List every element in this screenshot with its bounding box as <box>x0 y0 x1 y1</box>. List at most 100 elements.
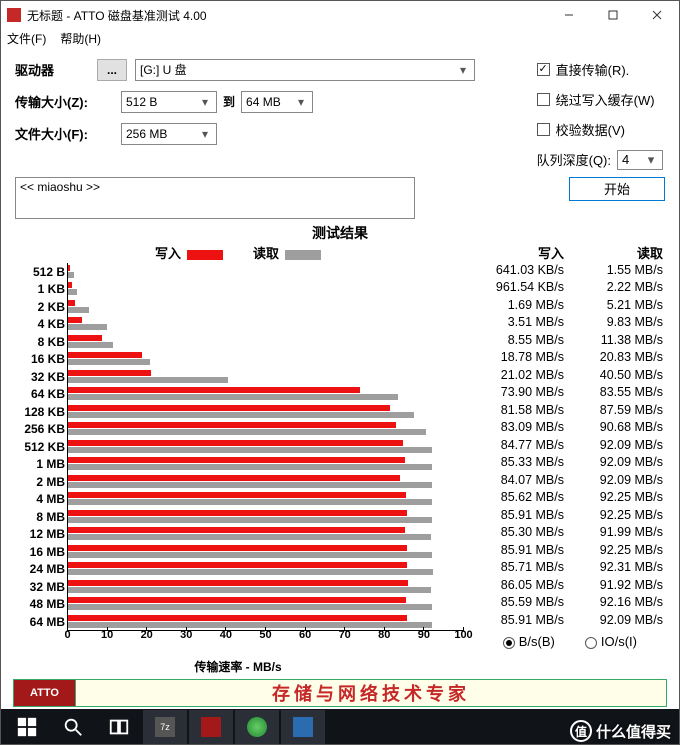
chart-row: 64 KB <box>13 385 463 403</box>
chevron-down-icon: ▾ <box>198 95 212 109</box>
chart-row: 16 KB <box>13 350 463 368</box>
search-button[interactable] <box>51 710 95 744</box>
taskbar-app-1[interactable]: 7z <box>143 710 187 744</box>
data-row: 85.62 MB/s92.25 MB/s <box>469 490 667 508</box>
read-bar <box>68 534 431 540</box>
menu-file[interactable]: 文件(F) <box>7 30 46 47</box>
col-header-read: 读取 <box>568 243 667 263</box>
data-row: 1.69 MB/s5.21 MB/s <box>469 298 667 316</box>
data-row: 73.90 MB/s83.55 MB/s <box>469 385 667 403</box>
read-value: 92.31 MB/s <box>568 560 667 578</box>
drive-select[interactable]: [G:] U 盘 ▾ <box>135 59 475 81</box>
chart-row-label: 16 MB <box>13 545 67 559</box>
write-value: 641.03 KB/s <box>469 263 568 281</box>
taskbar-app-3[interactable] <box>235 710 279 744</box>
write-value: 85.71 MB/s <box>469 560 568 578</box>
write-bar <box>68 615 407 621</box>
read-bar <box>68 447 432 453</box>
read-bar <box>68 272 74 278</box>
read-value: 92.16 MB/s <box>568 595 667 613</box>
col-header-write: 写入 <box>469 243 568 263</box>
write-value: 85.59 MB/s <box>469 595 568 613</box>
read-value: 5.21 MB/s <box>568 298 667 316</box>
data-row: 86.05 MB/s91.92 MB/s <box>469 578 667 596</box>
read-value: 87.59 MB/s <box>568 403 667 421</box>
write-value: 18.78 MB/s <box>469 350 568 368</box>
read-bar <box>68 604 432 610</box>
write-value: 81.58 MB/s <box>469 403 568 421</box>
write-value: 85.91 MB/s <box>469 543 568 561</box>
legend-write-swatch <box>187 250 223 260</box>
read-value: 11.38 MB/s <box>568 333 667 351</box>
write-value: 21.02 MB/s <box>469 368 568 386</box>
chart-row-label: 32 MB <box>13 580 67 594</box>
chart-row-label: 8 MB <box>13 510 67 524</box>
taskbar-app-4[interactable] <box>281 710 325 744</box>
read-bar <box>68 324 107 330</box>
read-value: 92.09 MB/s <box>568 613 667 631</box>
read-bar <box>68 552 432 558</box>
chart-row: 1 MB <box>13 455 463 473</box>
chart-row-label: 64 MB <box>13 615 67 629</box>
watermark: 值 什么值得买 <box>570 720 671 742</box>
atto-banner[interactable]: ATTO 存储与网络技术专家 <box>13 679 667 707</box>
write-value: 1.69 MB/s <box>469 298 568 316</box>
chart-row-label: 128 KB <box>13 405 67 419</box>
minimize-button[interactable] <box>547 1 591 29</box>
chevron-down-icon: ▾ <box>456 63 470 77</box>
read-bar <box>68 377 228 383</box>
chart-row: 512 B <box>13 263 463 281</box>
results-title: 测试结果 <box>1 221 679 243</box>
data-row: 85.91 MB/s92.25 MB/s <box>469 543 667 561</box>
chart-row: 2 KB <box>13 298 463 316</box>
chart-row-label: 2 KB <box>13 300 67 314</box>
write-bar <box>68 370 151 376</box>
data-row: 83.09 MB/s90.68 MB/s <box>469 420 667 438</box>
chart-row: 12 MB <box>13 525 463 543</box>
radio-bs[interactable]: B/s(B) <box>503 634 555 649</box>
write-value: 85.91 MB/s <box>469 508 568 526</box>
menu-help[interactable]: 帮助(H) <box>60 30 101 47</box>
read-bar <box>68 289 77 295</box>
queue-depth-select[interactable]: 4▾ <box>617 150 663 170</box>
legend-read-swatch <box>285 250 321 260</box>
chart-row: 128 KB <box>13 403 463 421</box>
read-value: 92.09 MB/s <box>568 455 667 473</box>
file-size-select[interactable]: 256 MB▾ <box>121 123 217 145</box>
write-value: 73.90 MB/s <box>469 385 568 403</box>
read-bar <box>68 499 432 505</box>
chart-row-label: 1 KB <box>13 282 67 296</box>
write-value: 85.62 MB/s <box>469 490 568 508</box>
transfer-size-to-select[interactable]: 64 MB▾ <box>241 91 313 113</box>
start-button[interactable]: 开始 <box>569 177 665 201</box>
chart-row: 64 MB <box>13 613 463 631</box>
write-value: 83.09 MB/s <box>469 420 568 438</box>
transfer-size-from-select[interactable]: 512 B▾ <box>121 91 217 113</box>
description-textarea[interactable]: << miaoshu >> <box>15 177 415 219</box>
bypass-cache-checkbox[interactable] <box>537 93 550 106</box>
start-menu-button[interactable] <box>5 710 49 744</box>
write-value: 84.77 MB/s <box>469 438 568 456</box>
maximize-button[interactable] <box>591 1 635 29</box>
write-bar <box>68 317 82 323</box>
data-row: 85.59 MB/s92.16 MB/s <box>469 595 667 613</box>
taskbar-app-2[interactable] <box>189 710 233 744</box>
direct-io-checkbox[interactable] <box>537 63 550 76</box>
verify-checkbox[interactable] <box>537 123 550 136</box>
task-view-button[interactable] <box>97 710 141 744</box>
chart-row-label: 12 MB <box>13 527 67 541</box>
taskbar: 7z 值 什么值得买 <box>1 709 679 744</box>
write-bar <box>68 387 360 393</box>
bypass-cache-label: 绕过写入缓存(W) <box>556 90 655 109</box>
write-bar <box>68 405 390 411</box>
data-row: 85.30 MB/s91.99 MB/s <box>469 525 667 543</box>
drive-browse-button[interactable]: ... <box>97 59 127 81</box>
chart-row-label: 64 KB <box>13 387 67 401</box>
chart-row: 8 KB <box>13 333 463 351</box>
write-value: 85.30 MB/s <box>469 525 568 543</box>
chart-row-label: 16 KB <box>13 352 67 366</box>
read-bar <box>68 307 89 313</box>
close-button[interactable] <box>635 1 679 29</box>
radio-ios[interactable]: IO/s(I) <box>585 634 637 649</box>
write-value: 961.54 KB/s <box>469 280 568 298</box>
